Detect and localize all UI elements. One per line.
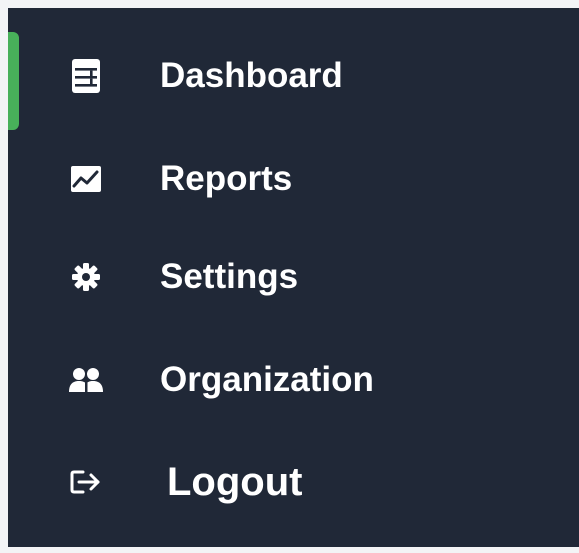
reports-chart-icon bbox=[66, 159, 106, 199]
logout-icon bbox=[66, 462, 106, 502]
sidebar-item-label: Reports bbox=[160, 159, 293, 198]
users-icon bbox=[66, 360, 106, 400]
sidebar-item-organization[interactable]: Organization bbox=[8, 340, 579, 420]
sidebar-item-label: Dashboard bbox=[160, 56, 343, 95]
sidebar-item-settings[interactable]: Settings bbox=[8, 237, 579, 317]
dashboard-icon bbox=[66, 56, 106, 96]
sidebar-item-label: Settings bbox=[160, 257, 299, 296]
sidebar-item-reports[interactable]: Reports bbox=[8, 139, 579, 219]
sidebar-item-label: Organization bbox=[160, 360, 374, 399]
sidebar-item-label: Logout bbox=[167, 460, 303, 504]
sidebar-item-logout[interactable]: Logout bbox=[8, 442, 579, 522]
gear-icon bbox=[66, 257, 106, 297]
sidebar-nav: Dashboard Reports Settings Organization … bbox=[8, 8, 579, 547]
sidebar-item-dashboard[interactable]: Dashboard bbox=[8, 36, 579, 116]
